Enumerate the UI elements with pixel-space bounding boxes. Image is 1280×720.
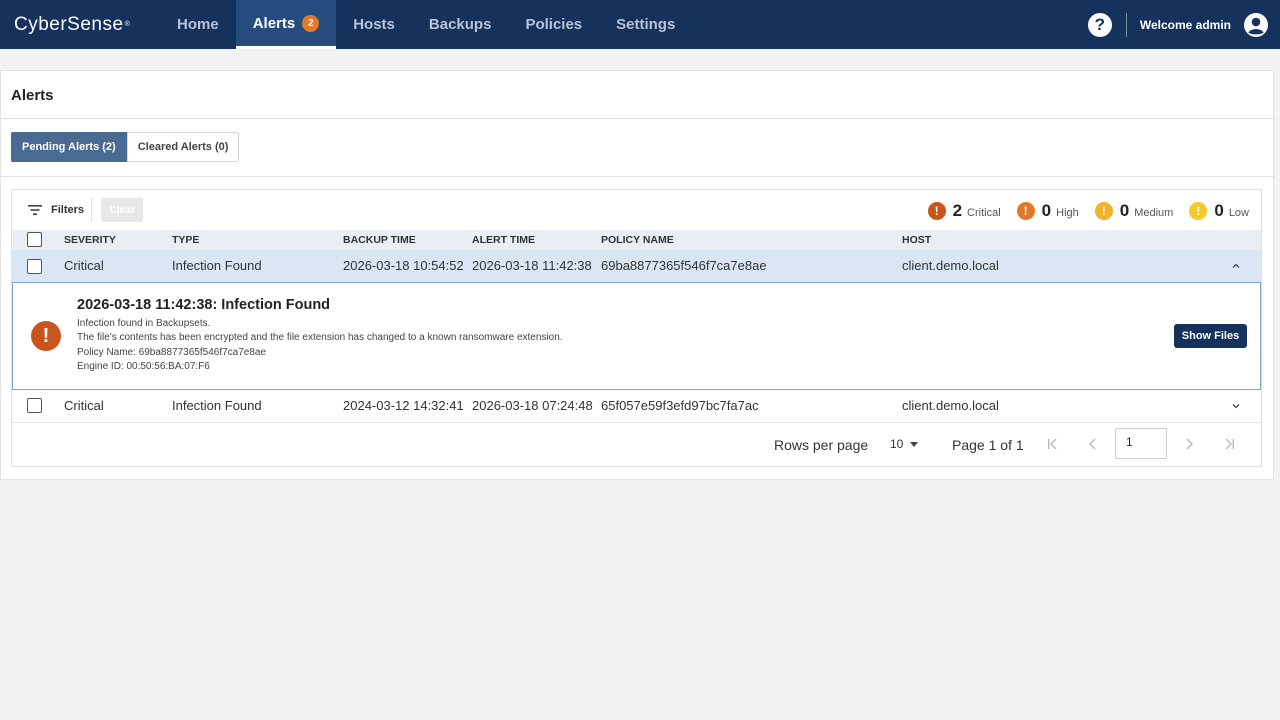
alert-tabs: Pending Alerts (2) Cleared Alerts (0) <box>11 132 240 162</box>
critical-alert-icon: ! <box>927 202 946 220</box>
alerts-table-panel: Filters Clear ! 2 Critical ! 0 High ! 0 <box>11 189 1262 467</box>
page-number-input[interactable]: 1 <box>1115 428 1167 459</box>
column-policy-name[interactable]: POLICY NAME <box>601 234 674 246</box>
page-info: Page 1 of 1 <box>952 437 1024 453</box>
cell-backup-time: 2024-03-12 14:32:41 <box>343 398 464 413</box>
nav-policies[interactable]: Policies <box>508 0 599 49</box>
nav-hosts-label: Hosts <box>353 16 395 33</box>
medium-count: ! 0 Medium <box>1094 201 1174 221</box>
column-backup-time[interactable]: BACKUP TIME <box>343 234 416 246</box>
previous-page-icon[interactable] <box>1085 436 1101 452</box>
top-nav-bar: CyberSense ® Home Alerts 2 Hosts Backups … <box>0 0 1280 49</box>
top-right-area: ? Welcome admin <box>1087 0 1280 49</box>
alerts-count-badge: 2 <box>302 14 320 32</box>
top-divider <box>1125 12 1127 37</box>
high-count-value: 0 <box>1041 201 1052 220</box>
cell-severity: Critical <box>64 398 104 413</box>
logo-trademark: ® <box>124 21 131 28</box>
cell-alert-time: 2026-03-18 11:42:38 <box>472 258 592 273</box>
chevron-up-icon[interactable] <box>1231 261 1241 271</box>
rows-per-page-label: Rows per page <box>774 437 869 453</box>
alert-detail-line: Infection found in Backupsets. <box>77 318 211 329</box>
cell-type: Infection Found <box>172 398 262 413</box>
last-page-icon[interactable] <box>1221 436 1237 452</box>
row-checkbox[interactable] <box>27 398 42 413</box>
clear-filters-button[interactable]: Clear <box>101 198 143 222</box>
user-account-icon[interactable] <box>1243 12 1269 38</box>
table-header: SEVERITY TYPE BACKUP TIME ALERT TIME POL… <box>12 230 1261 250</box>
critical-count-value: 2 <box>952 201 963 220</box>
welcome-text: Welcome admin <box>1139 17 1231 32</box>
filters-label: Filters <box>51 204 85 216</box>
nav-hosts[interactable]: Hosts <box>336 0 412 49</box>
nav-alerts-label: Alerts <box>252 14 296 32</box>
divider <box>1 176 1275 177</box>
cell-type: Infection Found <box>172 258 262 273</box>
cybersense-logo[interactable]: CyberSense ® <box>0 0 160 49</box>
alert-detail-panel: ! 2026-03-18 11:42:38: Infection Found I… <box>12 282 1261 390</box>
cell-backup-time: 2026-03-18 10:54:52 <box>343 258 464 273</box>
nav-home[interactable]: Home <box>160 0 236 49</box>
chevron-down-icon[interactable] <box>1231 401 1241 411</box>
row-checkbox[interactable] <box>27 259 42 274</box>
filter-icon <box>28 205 42 215</box>
caret-down-icon <box>910 441 919 447</box>
high-alert-icon: ! <box>1016 202 1035 220</box>
page-title: Alerts <box>11 87 54 104</box>
low-count: ! 0 Low <box>1189 201 1249 221</box>
table-row[interactable]: Critical Infection Found 2026-03-18 10:5… <box>12 250 1261 282</box>
medium-count-label: Medium <box>1134 207 1174 219</box>
alert-detail-engine: Engine ID: 00:50:56:BA:07:F6 <box>77 361 210 372</box>
divider <box>1 118 1275 119</box>
column-severity[interactable]: SEVERITY <box>64 234 116 246</box>
rows-per-page-value: 10 <box>890 437 904 451</box>
nav-home-label: Home <box>177 16 219 33</box>
low-alert-icon: ! <box>1189 202 1208 220</box>
help-icon[interactable]: ? <box>1087 12 1112 37</box>
cell-host: client.demo.local <box>902 258 999 273</box>
cell-policy-name: 65f057e59f3efd97bc7fa7ac <box>601 398 759 413</box>
high-count-label: High <box>1056 207 1079 219</box>
low-count-label: Low <box>1228 207 1249 219</box>
nav-alerts[interactable]: Alerts 2 <box>235 0 337 49</box>
critical-alert-icon: ! <box>31 321 61 351</box>
critical-count: ! 2 Critical <box>927 201 1001 221</box>
toolbar-divider <box>91 198 92 222</box>
table-toolbar: Filters Clear ! 2 Critical ! 0 High ! 0 <box>12 190 1261 230</box>
logo-text: CyberSense <box>14 13 124 35</box>
select-all-checkbox[interactable] <box>27 232 42 247</box>
nav-settings-label: Settings <box>616 16 676 33</box>
cell-host: client.demo.local <box>902 398 999 413</box>
medium-alert-icon: ! <box>1094 202 1113 220</box>
high-count: ! 0 High <box>1016 201 1079 221</box>
first-page-icon[interactable] <box>1045 436 1061 452</box>
tab-pending-alerts[interactable]: Pending Alerts (2) <box>11 132 127 162</box>
alert-detail-policy: Policy Name: 69ba8877365f546f7ca7e8ae <box>77 347 267 358</box>
nav-backups-label: Backups <box>428 16 492 33</box>
cell-severity: Critical <box>64 258 104 273</box>
cell-policy-name: 69ba8877365f546f7ca7e8ae <box>601 258 767 273</box>
nav-backups[interactable]: Backups <box>412 0 509 49</box>
cell-alert-time: 2026-03-18 07:24:48 <box>472 398 593 413</box>
medium-count-value: 0 <box>1119 201 1130 220</box>
show-files-button[interactable]: Show Files <box>1174 324 1247 348</box>
alerts-card: Alerts Pending Alerts (2) Cleared Alerts… <box>0 70 1275 480</box>
low-count-value: 0 <box>1214 201 1224 220</box>
table-row[interactable]: Critical Infection Found 2024-03-12 14:3… <box>12 390 1261 422</box>
next-page-icon[interactable] <box>1181 436 1197 452</box>
column-alert-time[interactable]: ALERT TIME <box>472 234 535 246</box>
main-nav: Home Alerts 2 Hosts Backups Policies Set… <box>160 0 692 49</box>
filters-button[interactable]: Filters <box>27 202 84 218</box>
column-type[interactable]: TYPE <box>172 234 199 246</box>
severity-counts: ! 2 Critical ! 0 High ! 0 Medium ! 0 Low <box>912 201 1249 221</box>
rows-per-page-select[interactable]: 10 <box>890 437 919 451</box>
alert-detail-line: The file's contents has been encrypted a… <box>77 332 563 343</box>
tab-cleared-alerts[interactable]: Cleared Alerts (0) <box>126 132 240 162</box>
column-host[interactable]: HOST <box>902 234 931 246</box>
critical-count-label: Critical <box>967 207 1001 219</box>
pagination: Rows per page 10 Page 1 of 1 1 <box>12 422 1261 466</box>
alert-detail-title: 2026-03-18 11:42:38: Infection Found <box>77 297 331 313</box>
nav-policies-label: Policies <box>525 16 583 33</box>
nav-settings[interactable]: Settings <box>599 0 692 49</box>
